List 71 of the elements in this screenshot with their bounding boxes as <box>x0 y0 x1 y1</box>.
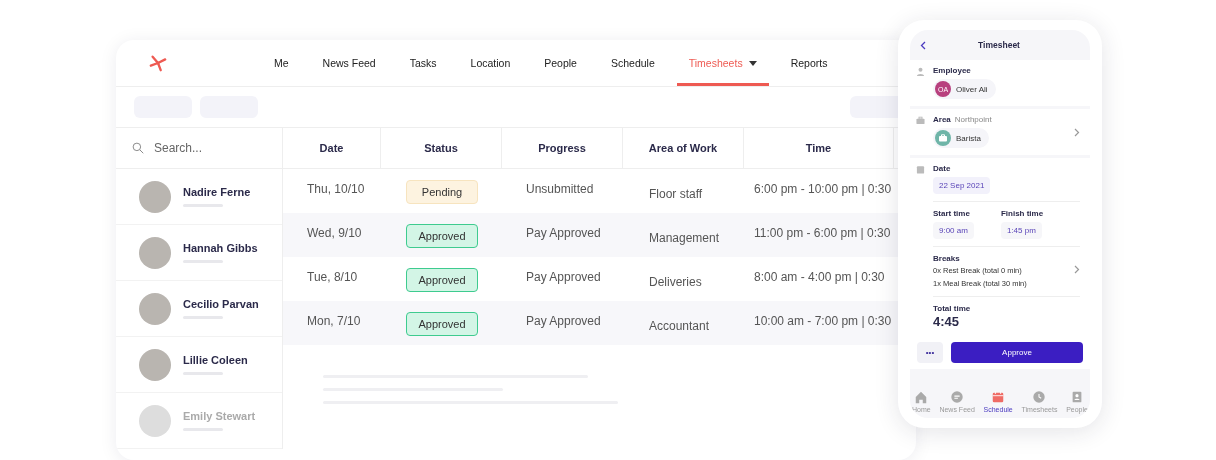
table-cell: Mon, 7/10 <box>307 314 361 328</box>
nav-tab[interactable]: People <box>532 40 589 86</box>
clock-icon <box>1032 390 1047 404</box>
briefcase-icon <box>916 116 925 125</box>
table-cell: 8:00 am - 4:00 pm | 0:30 <box>754 270 885 284</box>
status-badge: Pending <box>406 180 478 204</box>
more-button[interactable]: ••• <box>917 342 943 363</box>
area-chip[interactable]: Barista <box>933 128 989 148</box>
column-header: Area of Work <box>623 128 744 168</box>
field-label: Employee <box>933 66 972 75</box>
calendar-icon <box>991 390 1006 404</box>
table-cell: Accountant <box>649 319 710 333</box>
nav-tab[interactable]: Me <box>262 40 301 86</box>
person-name[interactable]: Nadire Ferne <box>183 186 251 198</box>
table-cell: Floor staff <box>649 187 703 201</box>
avatar <box>139 292 171 325</box>
column-header: Time <box>744 128 894 168</box>
approve-button[interactable]: Approve <box>951 342 1083 363</box>
status-badge: Approved <box>406 268 478 292</box>
caret-icon <box>748 60 757 66</box>
column-header: Progress <box>502 128 623 168</box>
logo-icon[interactable] <box>149 54 167 72</box>
total-time: 4:45 <box>933 314 961 329</box>
avatar <box>139 236 171 269</box>
person-icon <box>916 67 925 76</box>
nav-tab[interactable]: Tasks <box>397 40 449 86</box>
chevron-right-icon[interactable] <box>1074 265 1080 274</box>
table-cell: Management <box>649 231 720 245</box>
nav-tab[interactable]: Reports <box>778 40 840 86</box>
field-label: Breaks <box>933 254 961 263</box>
field-label: Area Northpoint <box>933 115 992 124</box>
avatar <box>139 180 171 213</box>
table-cell: Wed, 9/10 <box>307 226 362 240</box>
chevron-right-icon[interactable] <box>1074 128 1080 137</box>
table-cell: Thu, 10/10 <box>307 182 365 196</box>
time-chip[interactable]: 1:45 pm <box>1000 222 1042 239</box>
table-cell: 11:00 pm - 6:00 pm | 0:30 <box>754 226 891 240</box>
nav-tab[interactable]: Location <box>458 40 523 86</box>
person-name[interactable]: Cecilio Parvan <box>183 298 259 310</box>
nav-tab[interactable]: Timesheets <box>676 40 769 86</box>
field-label: Finish time <box>1000 209 1044 218</box>
person-name[interactable]: Lillie Coleen <box>183 354 248 366</box>
table-cell: Deliveries <box>649 275 702 289</box>
field-label: Start time <box>933 209 971 218</box>
person-name[interactable]: Hannah Gibbs <box>183 242 258 254</box>
table-cell: Unsubmitted <box>526 182 594 196</box>
field-label: Total time <box>933 304 972 313</box>
home-icon <box>914 390 929 404</box>
field-label: Date <box>933 164 952 173</box>
avatar <box>139 348 171 381</box>
nav-tab[interactable]: News Feed <box>310 40 388 86</box>
table-cell: Pay Approved <box>526 226 601 240</box>
nav-tab[interactable]: Schedule <box>598 40 667 86</box>
date-chip[interactable]: 22 Sep 2021 <box>933 177 991 194</box>
chat-icon <box>950 390 965 404</box>
calendar-icon <box>916 165 925 174</box>
search-icon <box>132 140 144 156</box>
table-cell: 6:00 pm - 10:00 pm | 0:30 <box>754 182 892 196</box>
table-cell: 10:00 am - 7:00 pm | 0:30 <box>754 314 892 328</box>
screen-title: Timesheet <box>977 40 1021 50</box>
table-cell: Pay Approved <box>526 314 601 328</box>
status-badge: Approved <box>406 312 478 336</box>
back-icon[interactable] <box>920 40 926 50</box>
table-cell: Tue, 8/10 <box>307 270 358 284</box>
column-header: Status <box>381 128 502 168</box>
briefcase-icon <box>935 130 951 146</box>
time-chip[interactable]: 9:00 am <box>933 222 974 239</box>
table-cell: Pay Approved <box>526 270 601 284</box>
column-header: Date <box>283 128 381 168</box>
status-badge: Approved <box>406 224 478 248</box>
avatar <box>139 404 171 437</box>
